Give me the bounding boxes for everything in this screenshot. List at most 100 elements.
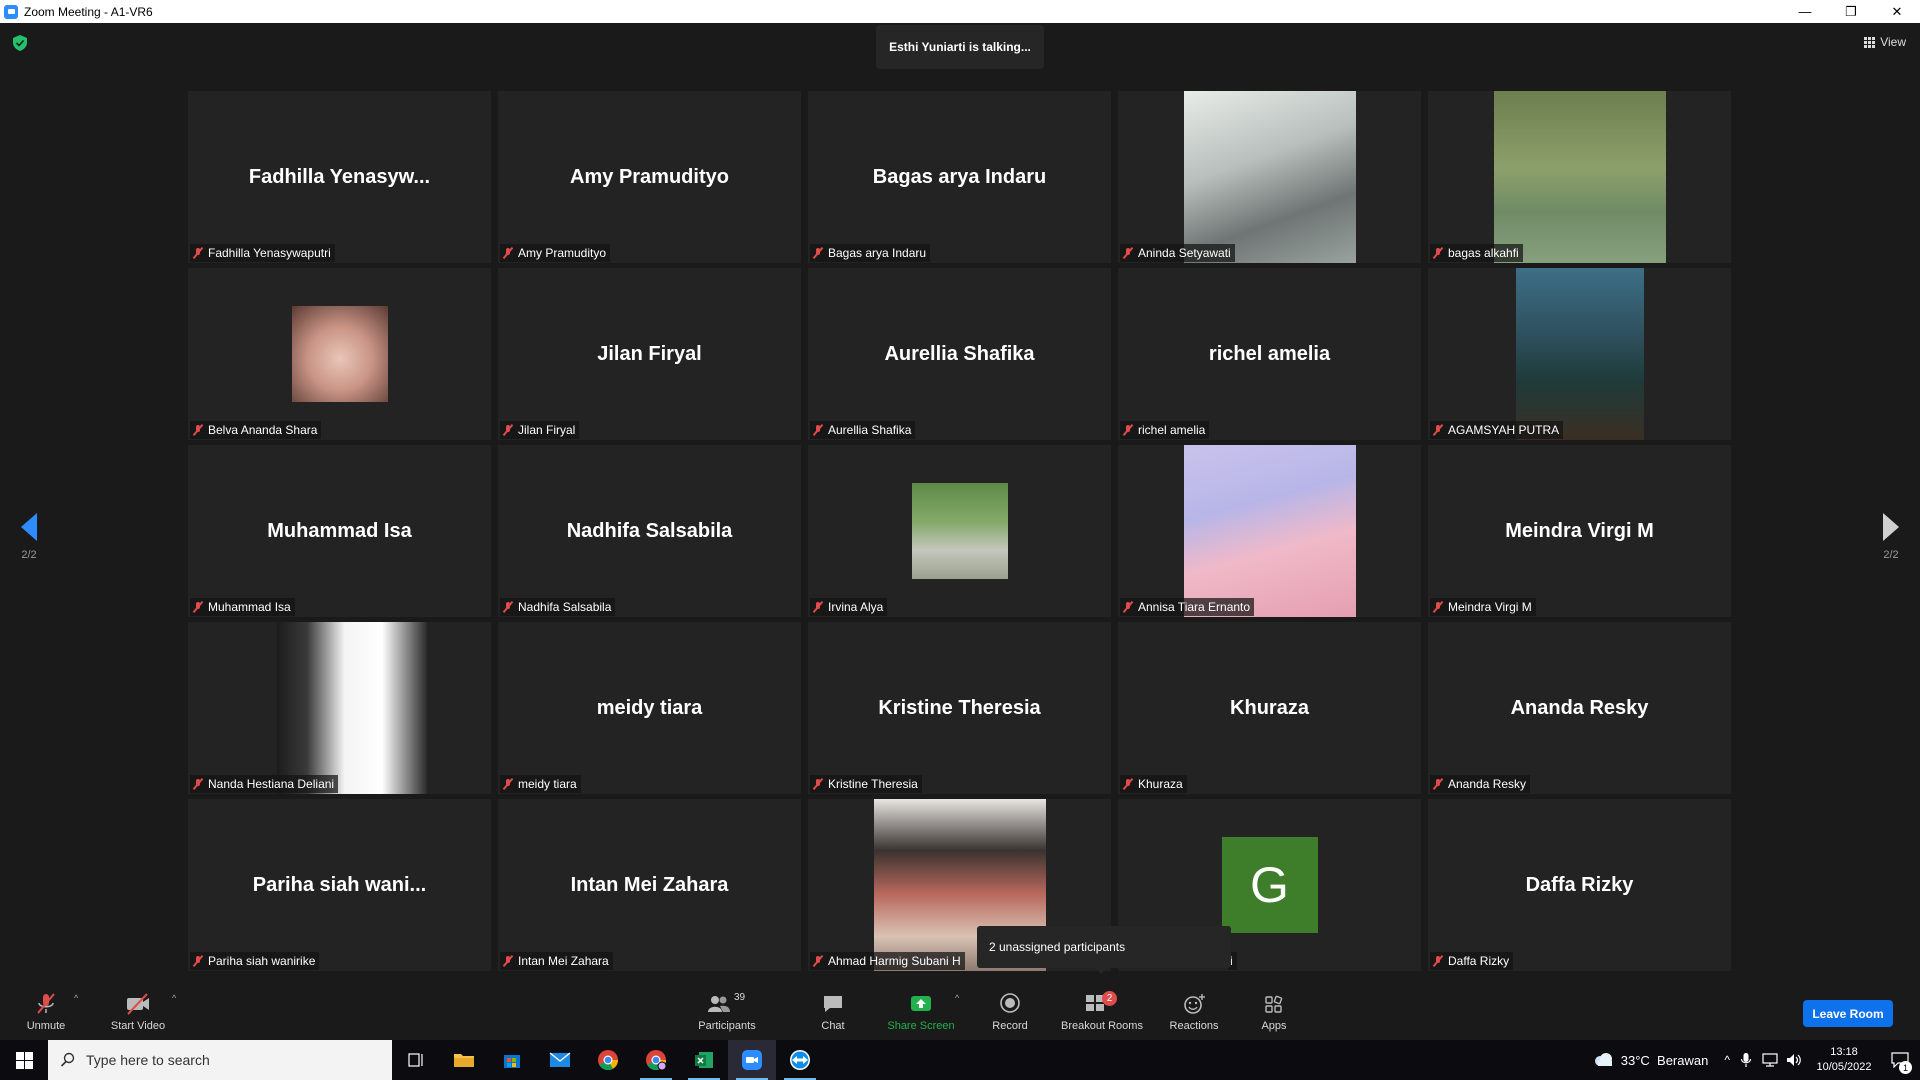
record-icon	[1000, 993, 1020, 1013]
zoom-taskbar-button[interactable]	[728, 1040, 776, 1080]
video-tile[interactable]: Khuraza Khuraza	[1118, 622, 1421, 794]
view-button[interactable]: View	[1864, 35, 1906, 49]
video-tile[interactable]: meidy tiara meidy tiara	[498, 622, 801, 794]
video-tile[interactable]: Amy Pramudityo Amy Pramudityo	[498, 91, 801, 263]
taskbar-search-box[interactable]: Type here to search	[48, 1040, 392, 1080]
video-tile[interactable]: Fadhilla Yenasyw... Fadhilla Yenasywaput…	[188, 91, 491, 263]
cloud-weather-icon[interactable]	[1593, 1052, 1615, 1068]
share-options-caret-icon[interactable]: ^	[955, 993, 959, 1003]
participant-label: meidy tiara	[500, 775, 581, 793]
mic-muted-icon	[812, 601, 824, 613]
mic-muted-icon	[812, 424, 824, 436]
encryption-shield-icon[interactable]	[13, 35, 27, 51]
chrome-button[interactable]	[584, 1040, 632, 1080]
participant-label: Belva Ananda Shara	[190, 421, 322, 439]
video-tile[interactable]: Bagas arya Indaru Bagas arya Indaru	[808, 91, 1111, 263]
arrow-right-icon	[1883, 513, 1899, 541]
title-bar: Zoom Meeting - A1-VR6 — ❐ ✕	[0, 0, 1920, 23]
start-video-button[interactable]: Start Video	[105, 975, 171, 1040]
store-icon	[504, 1055, 520, 1068]
leave-room-button[interactable]: Leave Room	[1803, 1000, 1893, 1027]
chrome-profile-button[interactable]	[632, 1040, 680, 1080]
record-button[interactable]: Record	[986, 975, 1034, 1040]
share-screen-label: Share Screen	[887, 1020, 955, 1032]
video-tile[interactable]: Aninda Setyawati	[1118, 91, 1421, 263]
video-tile[interactable]: bagas alkahfi	[1428, 91, 1731, 263]
search-icon	[60, 1052, 75, 1067]
video-tile[interactable]: Belva Ananda Shara	[188, 268, 491, 440]
meeting-toolbar: Unmute ^ Start Video ^ 39 Participants C…	[0, 975, 1920, 1040]
view-label: View	[1880, 35, 1906, 49]
audio-options-caret-icon[interactable]: ^	[74, 993, 78, 1003]
profile-photo	[1183, 445, 1356, 617]
start-button[interactable]	[0, 1040, 48, 1080]
microsoft-store-button[interactable]	[488, 1040, 536, 1080]
reactions-button[interactable]: Reactions	[1164, 975, 1224, 1040]
video-tile[interactable]: Annisa Tiara Ernanto	[1118, 445, 1421, 617]
unmute-button[interactable]: Unmute	[22, 975, 70, 1040]
close-button[interactable]: ✕	[1874, 0, 1920, 23]
share-screen-button[interactable]: Share Screen	[882, 975, 960, 1040]
video-tile[interactable]: Daffa Rizky Daffa Rizky	[1428, 799, 1731, 971]
profile-photo	[911, 483, 1008, 579]
video-tile[interactable]: AGAMSYAH PUTRA	[1428, 268, 1731, 440]
mail-button[interactable]	[536, 1040, 584, 1080]
breakout-rooms-button[interactable]: 2 Breakout Rooms	[1056, 975, 1148, 1040]
video-tile[interactable]: Aurellia Shafika Aurellia Shafika	[808, 268, 1111, 440]
apps-icon	[1265, 995, 1283, 1013]
next-page-button[interactable]: 2/2	[1871, 513, 1911, 561]
participant-name: Ahmad Harmig Subani H	[828, 954, 961, 968]
participants-button[interactable]: 39 Participants	[692, 975, 762, 1040]
video-tile[interactable]: Irvina Alya	[808, 445, 1111, 617]
network-icon[interactable]	[1762, 1053, 1778, 1067]
participant-name-display: Fadhilla Yenasyw...	[248, 165, 431, 188]
video-tile[interactable]: Muhammad Isa Muhammad Isa	[188, 445, 491, 617]
video-tile[interactable]: Kristine Theresia Kristine Theresia	[808, 622, 1111, 794]
volume-icon[interactable]	[1786, 1053, 1802, 1067]
chat-button[interactable]: Chat	[812, 975, 854, 1040]
apps-button[interactable]: Apps	[1254, 975, 1294, 1040]
video-tile[interactable]: Meindra Virgi M Meindra Virgi M	[1428, 445, 1731, 617]
video-tile[interactable]: Ananda Resky Ananda Resky	[1428, 622, 1731, 794]
avatar: G	[1221, 837, 1318, 933]
participants-icon: 39	[704, 992, 750, 1016]
show-hidden-icons-chevron-icon[interactable]: ^	[1724, 1053, 1730, 1067]
action-center-button[interactable]: 1	[1880, 1040, 1920, 1080]
participant-name-display: Intan Mei Zahara	[570, 873, 729, 896]
video-tile[interactable]: Pariha siah wani... Pariha siah wanirike	[188, 799, 491, 971]
participant-name: Ananda Resky	[1448, 777, 1527, 791]
participant-label: richel amelia	[1120, 421, 1210, 439]
mic-muted-icon	[812, 778, 824, 790]
participant-name-display: Meindra Virgi M	[1505, 519, 1654, 542]
video-tile[interactable]: Intan Mei Zahara Intan Mei Zahara	[498, 799, 801, 971]
start-video-label: Start Video	[110, 1020, 166, 1032]
profile-photo	[1183, 91, 1356, 263]
video-options-caret-icon[interactable]: ^	[172, 993, 176, 1003]
previous-page-button[interactable]: 2/2	[9, 513, 49, 561]
zoom-window: Zoom Meeting - A1-VR6 — ❐ ✕ Esthi Yuniar…	[0, 0, 1920, 1080]
taskbar-clock[interactable]: 13:18 10/05/2022	[1808, 1045, 1880, 1075]
task-view-button[interactable]	[392, 1040, 440, 1080]
participant-label: bagas alkahfi	[1430, 244, 1523, 262]
mic-muted-icon	[502, 955, 514, 967]
mic-muted-icon	[812, 247, 824, 259]
participant-name: Irvina Alya	[828, 600, 884, 614]
arrow-left-icon	[21, 513, 37, 541]
video-off-icon	[127, 993, 149, 1015]
weather-text[interactable]: 33°C Berawan	[1621, 1053, 1709, 1068]
minimize-button[interactable]: —	[1782, 0, 1828, 23]
teamviewer-button[interactable]	[776, 1040, 824, 1080]
window-title: Zoom Meeting - A1-VR6	[24, 4, 153, 19]
video-tile[interactable]: richel amelia richel amelia	[1118, 268, 1421, 440]
file-explorer-button[interactable]	[440, 1040, 488, 1080]
excel-button[interactable]	[680, 1040, 728, 1080]
window-controls: — ❐ ✕	[1782, 0, 1920, 23]
mail-icon	[549, 1052, 571, 1067]
clock-time: 13:18	[1830, 1046, 1858, 1058]
video-tile[interactable]: Nadhifa Salsabila Nadhifa Salsabila	[498, 445, 801, 617]
video-tile[interactable]: Jilan Firyal Jilan Firyal	[498, 268, 801, 440]
task-view-icon	[408, 1053, 423, 1067]
restore-button[interactable]: ❐	[1828, 0, 1874, 23]
microphone-icon[interactable]	[1740, 1052, 1752, 1068]
video-tile[interactable]: Nanda Hestiana Deliani	[188, 622, 491, 794]
